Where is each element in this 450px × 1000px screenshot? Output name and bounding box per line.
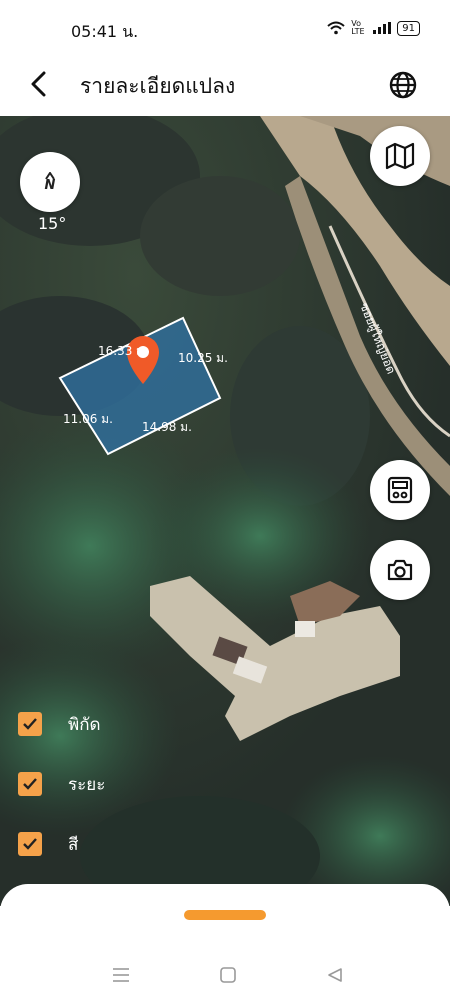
rotation-angle: 15° — [38, 214, 67, 233]
triangle-back-icon — [328, 968, 342, 982]
recent-apps-button[interactable] — [108, 962, 134, 988]
checkmark-icon — [23, 718, 37, 730]
plot-side-left-label: 11.06 ม. — [63, 412, 113, 426]
battery-indicator: 91 — [397, 20, 420, 36]
sheet-drag-handle[interactable] — [184, 910, 266, 920]
language-button[interactable] — [384, 66, 422, 104]
checkbox[interactable] — [18, 772, 42, 796]
checkmark-icon — [23, 778, 37, 790]
globe-icon — [389, 71, 417, 99]
back-nav-button[interactable] — [322, 962, 348, 988]
map-icon — [385, 142, 415, 170]
back-button[interactable] — [20, 66, 56, 102]
checkmark-icon — [23, 838, 37, 850]
network-type: Vo LTE — [351, 19, 365, 36]
layer-toggle-color[interactable]: สี — [18, 832, 105, 856]
layer-label: สี — [68, 834, 79, 855]
layer-toggles: พิกัด ระยะ สี — [18, 712, 105, 892]
status-icons: Vo LTE 91 — [327, 20, 420, 36]
plot-side-top-label: 16.33 ม. — [98, 344, 148, 358]
signal-icon — [373, 22, 392, 34]
calculator-icon — [387, 476, 413, 504]
wifi-icon — [327, 21, 345, 35]
satellite-map[interactable]: 16.33 ม. 10.25 ม. 11.06 ม. 14.98 ม. ซอยผ… — [0, 116, 450, 906]
layer-label: พิกัด — [68, 714, 101, 735]
compass-button[interactable]: N — [20, 152, 80, 212]
layer-toggle-distance[interactable]: ระยะ — [18, 772, 105, 796]
status-bar: 05:41 น. Vo LTE 91 — [0, 0, 450, 58]
layer-toggle-coordinates[interactable]: พิกัด — [18, 712, 105, 736]
home-button[interactable] — [215, 962, 241, 988]
plot-side-bottom-label: 14.98 ม. — [142, 420, 192, 434]
status-time: 05:41 น. — [71, 22, 139, 41]
home-square-icon — [220, 967, 236, 983]
chevron-left-icon — [31, 71, 46, 97]
page-title: รายละเอียดแปลง — [80, 74, 236, 98]
calculator-button[interactable] — [370, 460, 430, 520]
plot-side-right-label: 10.25 ม. — [178, 351, 228, 365]
menu-icon — [113, 968, 129, 982]
checkbox[interactable] — [18, 832, 42, 856]
compass-letter: N — [44, 178, 56, 193]
app-bar: รายละเอียดแปลง — [0, 58, 450, 116]
layer-label: ระยะ — [68, 774, 106, 795]
checkbox[interactable] — [18, 712, 42, 736]
system-nav-bar — [0, 950, 450, 1000]
camera-button[interactable] — [370, 540, 430, 600]
camera-icon — [387, 559, 413, 581]
map-type-button[interactable] — [370, 126, 430, 186]
